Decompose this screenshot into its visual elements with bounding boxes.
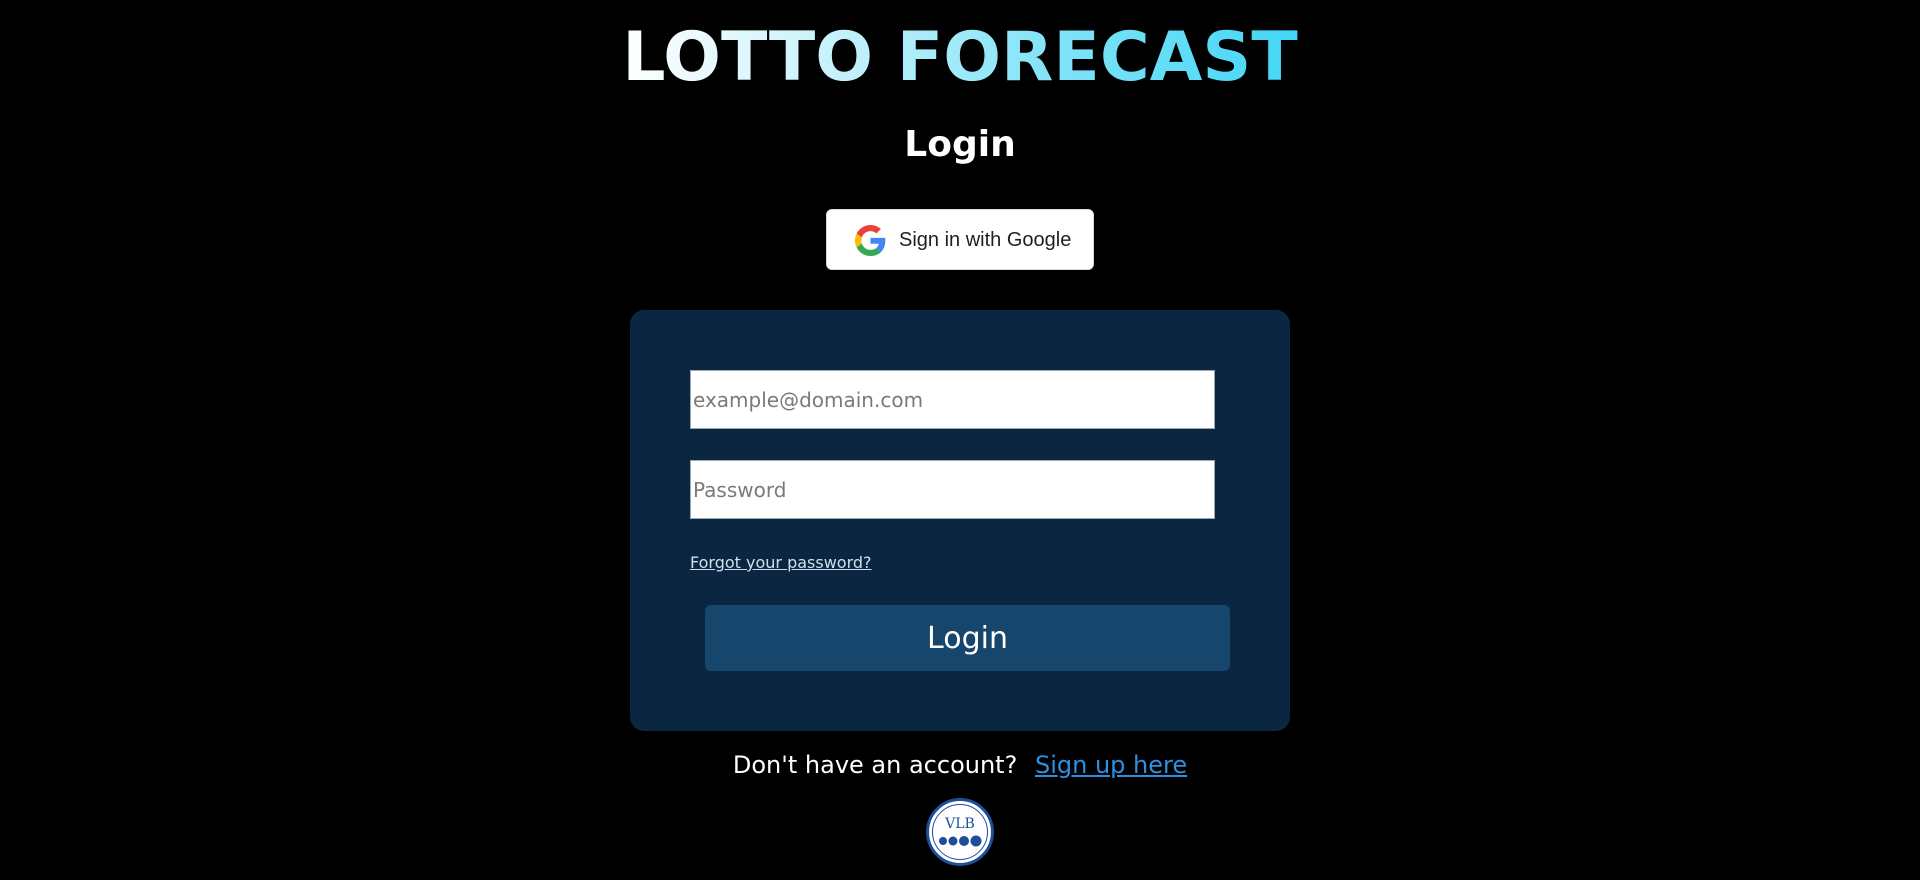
google-signin-button[interactable]: Sign in with Google [826,209,1094,270]
page-title: Login [904,124,1016,165]
vlb-logo: VLB [926,798,994,866]
signup-prompt-row: Don't have an account? Sign up here [0,748,1920,782]
signup-prompt-text: Don't have an account? [732,751,1018,779]
email-field[interactable] [690,370,1215,429]
logo-text: VLB [945,816,975,832]
logo-ring [932,804,988,860]
brand-title: LOTTO FORECAST [0,18,1920,98]
password-field[interactable] [690,460,1215,519]
logo-balls-icon [939,835,982,847]
login-button[interactable]: Login [705,605,1230,671]
google-g-icon [855,225,886,256]
forgot-password-link[interactable]: Forgot your password? [690,551,872,575]
signup-link[interactable]: Sign up here [1035,751,1187,779]
google-signin-label: Sign in with Google [899,229,1072,251]
brand-title-text: LOTTO FORECAST [622,18,1298,97]
login-page: LOTTO FORECAST Login Sign in with Google… [0,0,1920,880]
